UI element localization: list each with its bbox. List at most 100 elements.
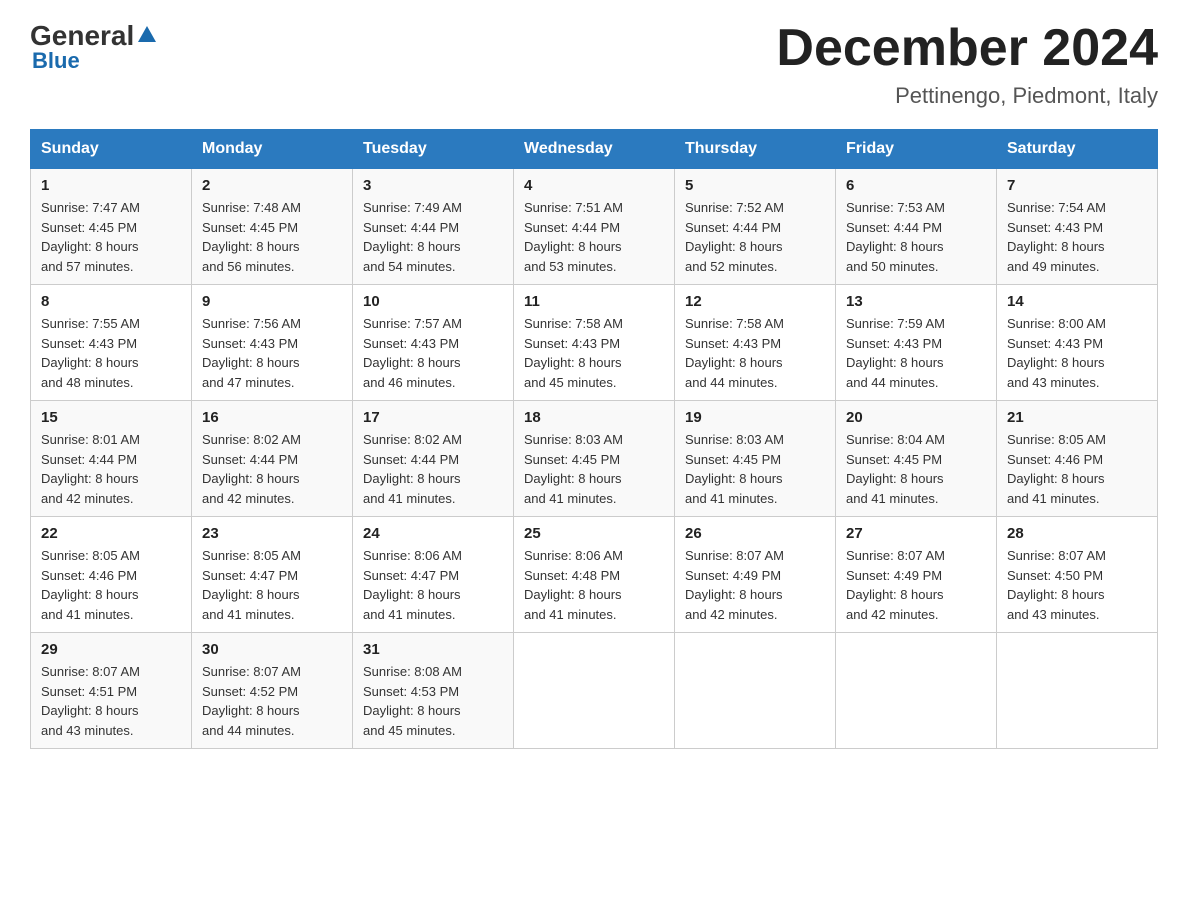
- day-info: Sunrise: 8:01 AM Sunset: 4:44 PM Dayligh…: [41, 430, 181, 508]
- day-number: 1: [41, 177, 181, 194]
- day-number: 7: [1007, 177, 1147, 194]
- calendar-cell: 26 Sunrise: 8:07 AM Sunset: 4:49 PM Dayli…: [675, 517, 836, 633]
- calendar-week-row: 15 Sunrise: 8:01 AM Sunset: 4:44 PM Dayli…: [31, 401, 1158, 517]
- day-number: 21: [1007, 409, 1147, 426]
- day-number: 24: [363, 525, 503, 542]
- day-number: 4: [524, 177, 664, 194]
- day-info: Sunrise: 8:03 AM Sunset: 4:45 PM Dayligh…: [685, 430, 825, 508]
- calendar-cell: 25 Sunrise: 8:06 AM Sunset: 4:48 PM Dayli…: [514, 517, 675, 633]
- day-info: Sunrise: 8:05 AM Sunset: 4:46 PM Dayligh…: [1007, 430, 1147, 508]
- day-number: 22: [41, 525, 181, 542]
- day-info: Sunrise: 8:06 AM Sunset: 4:48 PM Dayligh…: [524, 546, 664, 624]
- day-info: Sunrise: 8:07 AM Sunset: 4:50 PM Dayligh…: [1007, 546, 1147, 624]
- header-tuesday: Tuesday: [353, 130, 514, 169]
- day-number: 3: [363, 177, 503, 194]
- day-info: Sunrise: 7:49 AM Sunset: 4:44 PM Dayligh…: [363, 198, 503, 276]
- calendar-cell: 18Sunrise: 8:03 AM Sunset: 4:45 PM Dayli…: [514, 401, 675, 517]
- calendar-cell: 13 Sunrise: 7:59 AM Sunset: 4:43 PM Dayli…: [836, 285, 997, 401]
- header-saturday: Saturday: [997, 130, 1158, 169]
- calendar-cell: 9Sunrise: 7:56 AM Sunset: 4:43 PM Daylig…: [192, 285, 353, 401]
- calendar-cell: 23 Sunrise: 8:05 AM Sunset: 4:47 PM Dayli…: [192, 517, 353, 633]
- calendar-cell: 17Sunrise: 8:02 AM Sunset: 4:44 PM Dayli…: [353, 401, 514, 517]
- day-info: Sunrise: 7:47 AM Sunset: 4:45 PM Dayligh…: [41, 198, 181, 276]
- calendar-cell: 29 Sunrise: 8:07 AM Sunset: 4:51 PM Dayli…: [31, 633, 192, 749]
- calendar-cell: [514, 633, 675, 749]
- day-info: Sunrise: 8:02 AM Sunset: 4:44 PM Dayligh…: [363, 430, 503, 508]
- calendar-cell: 6 Sunrise: 7:53 AM Sunset: 4:44 PM Daylig…: [836, 169, 997, 285]
- calendar-week-row: 1 Sunrise: 7:47 AM Sunset: 4:45 PM Daylig…: [31, 169, 1158, 285]
- day-number: 26: [685, 525, 825, 542]
- title-section: December 2024 Pettinengo, Piedmont, Ital…: [776, 20, 1158, 109]
- calendar-cell: 15 Sunrise: 8:01 AM Sunset: 4:44 PM Dayli…: [31, 401, 192, 517]
- day-info: Sunrise: 7:55 AM Sunset: 4:43 PM Dayligh…: [41, 314, 181, 392]
- calendar-cell: 3 Sunrise: 7:49 AM Sunset: 4:44 PM Daylig…: [353, 169, 514, 285]
- calendar-cell: 31Sunrise: 8:08 AM Sunset: 4:53 PM Dayli…: [353, 633, 514, 749]
- day-info: Sunrise: 8:07 AM Sunset: 4:51 PM Dayligh…: [41, 662, 181, 740]
- day-number: 11: [524, 293, 664, 310]
- day-number: 19: [685, 409, 825, 426]
- month-title: December 2024: [776, 20, 1158, 77]
- logo-triangle-icon: [136, 24, 158, 46]
- calendar-cell: 30Sunrise: 8:07 AM Sunset: 4:52 PM Dayli…: [192, 633, 353, 749]
- calendar-cell: 2 Sunrise: 7:48 AM Sunset: 4:45 PM Daylig…: [192, 169, 353, 285]
- day-number: 15: [41, 409, 181, 426]
- calendar-cell: 4 Sunrise: 7:51 AM Sunset: 4:44 PM Daylig…: [514, 169, 675, 285]
- calendar-cell: 16Sunrise: 8:02 AM Sunset: 4:44 PM Dayli…: [192, 401, 353, 517]
- calendar-cell: 19 Sunrise: 8:03 AM Sunset: 4:45 PM Dayli…: [675, 401, 836, 517]
- calendar-cell: 10 Sunrise: 7:57 AM Sunset: 4:43 PM Dayli…: [353, 285, 514, 401]
- calendar-cell: [836, 633, 997, 749]
- calendar-week-row: 29 Sunrise: 8:07 AM Sunset: 4:51 PM Dayli…: [31, 633, 1158, 749]
- day-info: Sunrise: 8:03 AM Sunset: 4:45 PM Dayligh…: [524, 430, 664, 508]
- day-info: Sunrise: 8:05 AM Sunset: 4:46 PM Dayligh…: [41, 546, 181, 624]
- day-info: Sunrise: 8:02 AM Sunset: 4:44 PM Dayligh…: [202, 430, 342, 508]
- day-info: Sunrise: 7:58 AM Sunset: 4:43 PM Dayligh…: [524, 314, 664, 392]
- day-info: Sunrise: 7:51 AM Sunset: 4:44 PM Dayligh…: [524, 198, 664, 276]
- calendar-cell: 8Sunrise: 7:55 AM Sunset: 4:43 PM Daylig…: [31, 285, 192, 401]
- day-info: Sunrise: 7:58 AM Sunset: 4:43 PM Dayligh…: [685, 314, 825, 392]
- calendar-cell: 1 Sunrise: 7:47 AM Sunset: 4:45 PM Daylig…: [31, 169, 192, 285]
- header-thursday: Thursday: [675, 130, 836, 169]
- day-info: Sunrise: 7:54 AM Sunset: 4:43 PM Dayligh…: [1007, 198, 1147, 276]
- day-number: 29: [41, 641, 181, 658]
- calendar-week-row: 8Sunrise: 7:55 AM Sunset: 4:43 PM Daylig…: [31, 285, 1158, 401]
- calendar-cell: 20 Sunrise: 8:04 AM Sunset: 4:45 PM Dayli…: [836, 401, 997, 517]
- header-monday: Monday: [192, 130, 353, 169]
- calendar-cell: 7 Sunrise: 7:54 AM Sunset: 4:43 PM Daylig…: [997, 169, 1158, 285]
- day-info: Sunrise: 7:48 AM Sunset: 4:45 PM Dayligh…: [202, 198, 342, 276]
- header-friday: Friday: [836, 130, 997, 169]
- calendar-week-row: 22 Sunrise: 8:05 AM Sunset: 4:46 PM Dayli…: [31, 517, 1158, 633]
- calendar-cell: [675, 633, 836, 749]
- day-info: Sunrise: 7:52 AM Sunset: 4:44 PM Dayligh…: [685, 198, 825, 276]
- day-number: 13: [846, 293, 986, 310]
- header-wednesday: Wednesday: [514, 130, 675, 169]
- day-info: Sunrise: 8:07 AM Sunset: 4:49 PM Dayligh…: [685, 546, 825, 624]
- calendar-cell: 14 Sunrise: 8:00 AM Sunset: 4:43 PM Dayli…: [997, 285, 1158, 401]
- day-number: 23: [202, 525, 342, 542]
- day-number: 6: [846, 177, 986, 194]
- day-info: Sunrise: 8:00 AM Sunset: 4:43 PM Dayligh…: [1007, 314, 1147, 392]
- page-header: General Blue December 2024 Pettinengo, P…: [30, 20, 1158, 109]
- day-number: 10: [363, 293, 503, 310]
- day-info: Sunrise: 8:07 AM Sunset: 4:49 PM Dayligh…: [846, 546, 986, 624]
- calendar-cell: 12 Sunrise: 7:58 AM Sunset: 4:43 PM Dayli…: [675, 285, 836, 401]
- day-info: Sunrise: 8:05 AM Sunset: 4:47 PM Dayligh…: [202, 546, 342, 624]
- day-number: 20: [846, 409, 986, 426]
- calendar-cell: [997, 633, 1158, 749]
- calendar-cell: 5 Sunrise: 7:52 AM Sunset: 4:44 PM Daylig…: [675, 169, 836, 285]
- day-info: Sunrise: 8:04 AM Sunset: 4:45 PM Dayligh…: [846, 430, 986, 508]
- day-info: Sunrise: 7:59 AM Sunset: 4:43 PM Dayligh…: [846, 314, 986, 392]
- calendar-cell: 27 Sunrise: 8:07 AM Sunset: 4:49 PM Dayli…: [836, 517, 997, 633]
- calendar-cell: 22 Sunrise: 8:05 AM Sunset: 4:46 PM Dayli…: [31, 517, 192, 633]
- calendar-cell: 24Sunrise: 8:06 AM Sunset: 4:47 PM Dayli…: [353, 517, 514, 633]
- day-info: Sunrise: 8:07 AM Sunset: 4:52 PM Dayligh…: [202, 662, 342, 740]
- day-number: 27: [846, 525, 986, 542]
- day-info: Sunrise: 7:53 AM Sunset: 4:44 PM Dayligh…: [846, 198, 986, 276]
- day-number: 31: [363, 641, 503, 658]
- day-info: Sunrise: 7:57 AM Sunset: 4:43 PM Dayligh…: [363, 314, 503, 392]
- day-number: 14: [1007, 293, 1147, 310]
- calendar-header-row: SundayMondayTuesdayWednesdayThursdayFrid…: [31, 130, 1158, 169]
- day-number: 25: [524, 525, 664, 542]
- day-number: 5: [685, 177, 825, 194]
- day-number: 2: [202, 177, 342, 194]
- day-number: 12: [685, 293, 825, 310]
